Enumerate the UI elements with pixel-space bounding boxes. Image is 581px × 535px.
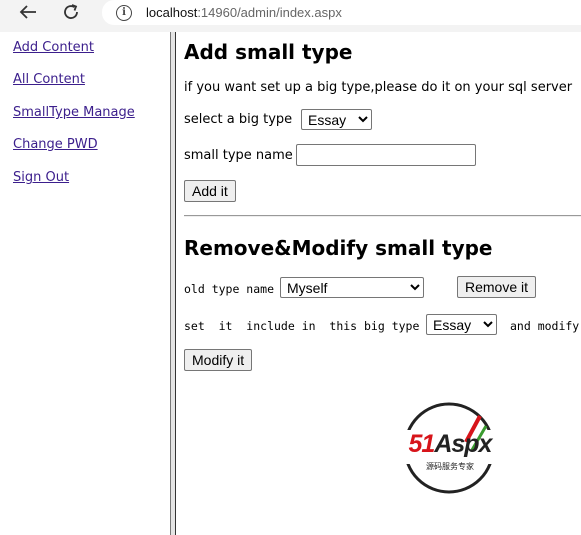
logo-tagline: 源码服务专家: [426, 462, 474, 471]
remove-it-button[interactable]: Remove it: [457, 276, 537, 298]
section-divider: [184, 215, 581, 217]
main-content-frame: Add small type if you want set up a big …: [176, 32, 581, 535]
reload-icon: [64, 4, 78, 19]
back-button[interactable]: [14, 1, 42, 23]
back-arrow-icon: [19, 5, 36, 19]
small-type-name-label: small type name: [184, 148, 293, 163]
add-small-type-heading: Add small type: [184, 40, 353, 64]
left-nav-frame: Add Content All Content SmallType Manage…: [0, 32, 170, 535]
small-type-name-input[interactable]: [296, 144, 476, 166]
url-host: localhost: [146, 5, 198, 20]
logo-brand-text: Aspx: [434, 430, 492, 458]
nav-sign-out-link[interactable]: Sign Out: [13, 170, 69, 185]
big-type-hint-text: if you want set up a big type,please do …: [184, 80, 573, 95]
logo-wordmark: 51Aspx: [388, 430, 512, 459]
add-it-button[interactable]: Add it: [184, 180, 236, 202]
remove-modify-heading: Remove&Modify small type: [184, 236, 493, 260]
nav-smalltype-manage-link[interactable]: SmallType Manage: [13, 105, 135, 120]
big-type-select[interactable]: Essay: [301, 109, 372, 130]
set-big-type-label: set it include in this big type: [184, 319, 420, 333]
nav-all-content-link[interactable]: All Content: [13, 72, 85, 87]
url-text[interactable]: localhost:14960/admin/index.aspx: [146, 5, 342, 20]
old-type-name-label: old type name: [184, 282, 275, 296]
set-big-type-select[interactable]: Essay: [426, 314, 497, 335]
site-info-icon[interactable]: i: [116, 4, 132, 21]
old-type-select[interactable]: Myself: [280, 277, 424, 298]
nav-change-pwd-link[interactable]: Change PWD: [13, 137, 98, 152]
big-type-label: select a big type: [184, 112, 293, 127]
address-bar[interactable]: i localhost:14960/admin/index.aspx: [102, 0, 581, 25]
browser-toolbar: i localhost:14960/admin/index.aspx: [0, 0, 581, 32]
nav-add-content-link[interactable]: Add Content: [13, 40, 94, 55]
logo-brand-number: 51: [408, 430, 436, 458]
51aspx-logo: 51Aspx 源码服务专家: [388, 402, 512, 494]
url-path: :14960/admin/index.aspx: [197, 5, 342, 20]
modify-it-button[interactable]: Modify it: [184, 349, 253, 371]
and-modify-label: and modify: [510, 319, 580, 333]
reload-button[interactable]: [57, 1, 85, 23]
